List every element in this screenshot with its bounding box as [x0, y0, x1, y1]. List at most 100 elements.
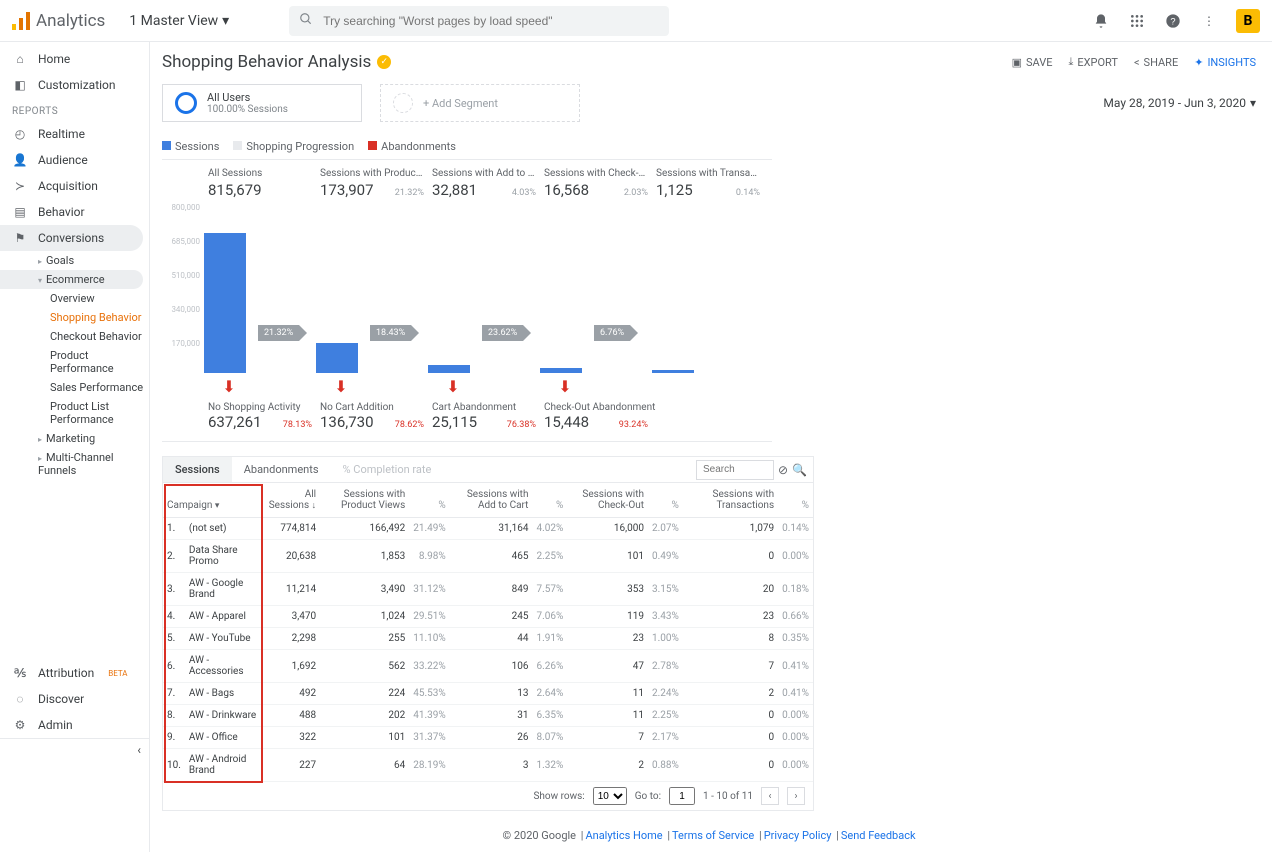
- date-range-picker[interactable]: May 28, 2019 - Jun 3, 2020 ▾: [1103, 96, 1256, 110]
- nav-label: Attribution: [38, 666, 94, 680]
- col-transactions[interactable]: Sessions with Transactions: [683, 483, 778, 518]
- rows-per-page-select[interactable]: 10: [593, 787, 627, 805]
- notifications-icon[interactable]: [1092, 12, 1110, 30]
- campaign-name: AW - Android Brand: [185, 749, 262, 782]
- nav-marketing[interactable]: ▸Marketing: [38, 429, 149, 448]
- funnel-bar[interactable]: [652, 370, 694, 373]
- search-icon: [299, 12, 313, 29]
- cell-transactions: 8: [683, 628, 778, 650]
- segment-all-users[interactable]: All Users 100.00% Sessions: [162, 84, 362, 122]
- table-row[interactable]: 1. (not set) 774,814 166,492 21.49% 31,1…: [163, 518, 813, 540]
- col-all-sessions[interactable]: All Sessions ↓: [262, 483, 320, 518]
- goto-page-input[interactable]: [669, 787, 695, 805]
- nav-ecom-overview[interactable]: Overview: [50, 289, 149, 308]
- verified-icon: ✓: [377, 55, 391, 69]
- nav-label: Behavior: [38, 205, 85, 219]
- funnel-stage[interactable]: Sessions with Add to Cart 32,8814.03%: [428, 168, 540, 199]
- nav-ecom-checkout-behavior[interactable]: Checkout Behavior: [50, 327, 149, 346]
- table-row[interactable]: 6. AW - Accessories 1,692 562 33.22% 106…: [163, 650, 813, 683]
- funnel-bar[interactable]: [428, 365, 470, 373]
- nav-goals[interactable]: ▸Goals: [38, 251, 149, 270]
- share-button[interactable]: <SHARE: [1134, 56, 1178, 69]
- nav-ecommerce[interactable]: ▾Ecommerce: [0, 270, 143, 289]
- funnel-stage[interactable]: Sessions with Transactions 1,1250.14%: [652, 168, 764, 199]
- add-segment-button[interactable]: + Add Segment: [380, 84, 580, 122]
- search-container[interactable]: [289, 6, 669, 36]
- stage-pct: 21.32%: [395, 188, 424, 198]
- footer-link-tos[interactable]: Terms of Service: [672, 829, 754, 842]
- insights-button[interactable]: ✦INSIGHTS: [1194, 56, 1256, 69]
- search-icon[interactable]: 🔍: [792, 463, 807, 477]
- col-pct[interactable]: %: [648, 483, 683, 518]
- nav-home[interactable]: ⌂Home: [0, 46, 149, 72]
- col-pct[interactable]: %: [409, 483, 449, 518]
- nav-attribution[interactable]: ℁AttributionBETA: [0, 660, 149, 686]
- search-input[interactable]: [323, 14, 659, 28]
- funnel-bar[interactable]: [316, 343, 358, 373]
- nav-conversions[interactable]: ⚑Conversions: [0, 225, 143, 251]
- apps-icon[interactable]: [1128, 12, 1146, 30]
- col-add-to-cart[interactable]: Sessions with Add to Cart: [450, 483, 533, 518]
- nav-realtime[interactable]: ◴Realtime: [0, 121, 149, 147]
- tab-sessions[interactable]: Sessions: [163, 457, 232, 482]
- tab-completion-rate[interactable]: % Completion rate: [331, 457, 444, 482]
- sidebar-collapse[interactable]: ‹: [0, 738, 149, 761]
- tab-abandonments[interactable]: Abandonments: [232, 457, 331, 482]
- cell-transactions: 0: [683, 727, 778, 749]
- nav-ecom-product-list-performance[interactable]: Product List Performance: [50, 397, 149, 429]
- nav-label: Discover: [38, 692, 84, 706]
- funnel-stage[interactable]: All Sessions 815,679: [204, 168, 316, 199]
- table-row[interactable]: 7. AW - Bags 492 224 45.53% 13 2.64% 11 …: [163, 683, 813, 705]
- col-check-out[interactable]: Sessions with Check-Out: [567, 483, 648, 518]
- nav-customization[interactable]: ◧Customization: [0, 72, 149, 98]
- nav-ecom-product-performance[interactable]: Product Performance: [50, 346, 149, 378]
- nav-acquisition[interactable]: ≻Acquisition: [0, 173, 149, 199]
- prev-page-button[interactable]: ‹: [761, 787, 779, 805]
- table-row[interactable]: 3. AW - Google Brand 11,214 3,490 31.12%…: [163, 573, 813, 606]
- dropoff-stage: ⬇ No Shopping Activity 637,26178.13%: [204, 377, 316, 431]
- clear-icon[interactable]: ⊘: [778, 463, 788, 477]
- dropoff-pct: 76.38%: [507, 420, 536, 430]
- next-page-button[interactable]: ›: [787, 787, 805, 805]
- stage-label: All Sessions: [208, 168, 312, 179]
- add-segment-label: + Add Segment: [423, 97, 498, 110]
- table-row[interactable]: 10. AW - Android Brand 227 64 28.19% 3 1…: [163, 749, 813, 782]
- table-search-input[interactable]: [696, 460, 774, 480]
- chart-legend: Sessions Shopping Progression Abandonmen…: [162, 140, 1256, 153]
- col-pct[interactable]: %: [778, 483, 813, 518]
- cell-all-sessions: 1,692: [262, 650, 320, 683]
- more-vert-icon[interactable]: ⋮: [1200, 12, 1218, 30]
- table-row[interactable]: 4. AW - Apparel 3,470 1,024 29.51% 245 7…: [163, 606, 813, 628]
- export-button[interactable]: ⤓EXPORT: [1068, 55, 1117, 69]
- export-icon: ⤓: [1068, 55, 1073, 69]
- funnel-stage[interactable]: Sessions with Product Vie... 173,90721.3…: [316, 168, 428, 199]
- save-button[interactable]: ▣SAVE: [1012, 56, 1053, 69]
- nav-ecom-shopping-behavior[interactable]: Shopping Behavior: [50, 308, 149, 327]
- table-row[interactable]: 9. AW - Office 322 101 31.37% 26 8.07% 7…: [163, 727, 813, 749]
- funnel-bar[interactable]: [204, 233, 246, 373]
- nav-ecom-sales-performance[interactable]: Sales Performance: [50, 378, 149, 397]
- dropoff-label: Check-Out Abandonment: [544, 402, 648, 413]
- footer-link-home[interactable]: Analytics Home: [585, 829, 662, 842]
- cell-check-out: 11: [567, 705, 648, 727]
- view-selector[interactable]: 1 Master View ▾: [129, 13, 229, 29]
- help-icon[interactable]: ?: [1164, 12, 1182, 30]
- account-avatar[interactable]: B: [1236, 9, 1260, 33]
- nav-audience[interactable]: 👤Audience: [0, 147, 149, 173]
- table-row[interactable]: 2. Data Share Promo 20,638 1,853 8.98% 4…: [163, 540, 813, 573]
- footer-link-feedback[interactable]: Send Feedback: [841, 829, 916, 842]
- funnel-stage[interactable]: Sessions with Check-Out 16,5682.03%: [540, 168, 652, 199]
- nav-admin[interactable]: ⚙Admin: [0, 712, 149, 738]
- table-row[interactable]: 8. AW - Drinkware 488 202 41.39% 31 6.35…: [163, 705, 813, 727]
- nav-behavior[interactable]: ▤Behavior: [0, 199, 149, 225]
- col-product-views[interactable]: Sessions with Product Views: [320, 483, 409, 518]
- col-campaign[interactable]: Campaign ▾: [163, 483, 262, 518]
- table-row[interactable]: 5. AW - YouTube 2,298 255 11.10% 44 1.91…: [163, 628, 813, 650]
- funnel-bar[interactable]: [540, 368, 582, 373]
- page-footer: © 2020 Google |Analytics Home |Terms of …: [162, 829, 1256, 842]
- col-pct[interactable]: %: [532, 483, 567, 518]
- attribution-icon: ℁: [12, 666, 28, 680]
- footer-link-privacy[interactable]: Privacy Policy: [764, 829, 832, 842]
- nav-multi-channel[interactable]: ▸Multi-Channel Funnels: [38, 448, 149, 480]
- cell-pv-pct: 8.98%: [409, 540, 449, 573]
